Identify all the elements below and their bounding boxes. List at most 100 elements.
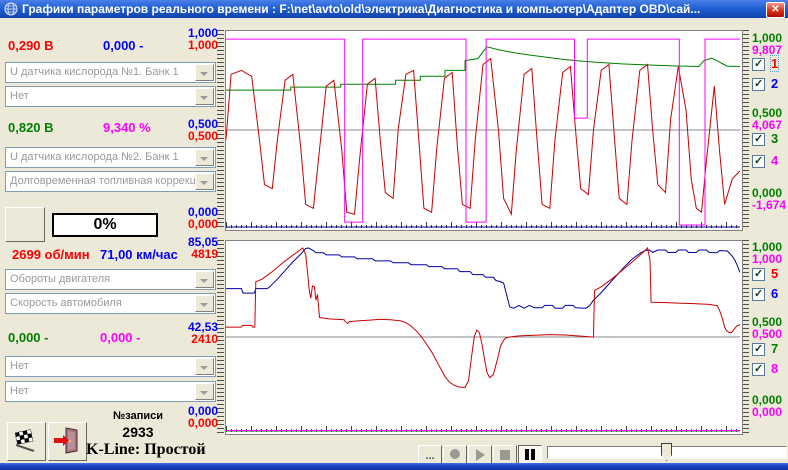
- chart2-left-ruler: [217, 240, 224, 433]
- channel-6-value: 71,00 км/час: [100, 247, 178, 262]
- checkbox-box[interactable]: ✓: [752, 288, 765, 301]
- channel-3-selector[interactable]: U датчика кислорода №2. Банк 1: [5, 147, 216, 168]
- chevron-down-icon: [200, 303, 208, 307]
- check-icon: ✓: [754, 77, 763, 90]
- checkbox-box[interactable]: ✓: [752, 78, 765, 91]
- channel-7-value: 0,000 -: [8, 330, 48, 345]
- close-icon: ✕: [771, 4, 779, 15]
- chevron-down-icon: [200, 157, 208, 161]
- exit-door-icon: [53, 426, 81, 454]
- checkbox-box[interactable]: ✓: [752, 155, 765, 168]
- channel-3-value: 0,820 В: [8, 120, 54, 135]
- chart1-left-ruler: [217, 30, 224, 229]
- chart1-left-label-5: 0,000: [180, 217, 218, 231]
- channel-5-value: 2699 об/мин: [12, 247, 90, 262]
- channel-7-selector[interactable]: Нет: [5, 356, 216, 377]
- chart2-right-label-1: 1,000: [752, 252, 788, 266]
- channel-1-value: 0,290 В: [8, 38, 54, 53]
- record-button[interactable]: [443, 445, 467, 464]
- chevron-down-icon: [200, 366, 208, 370]
- chart2-right-label-3: 0,500: [752, 327, 788, 341]
- channel-1-selector[interactable]: U датчика кислорода №1. Банк 1: [5, 62, 216, 83]
- channel-2-selector[interactable]: Нет: [5, 86, 216, 107]
- more-button[interactable]: ...: [418, 445, 442, 464]
- pause-icon: [531, 449, 535, 460]
- channel-2-selector-dropdown-button[interactable]: [195, 88, 214, 105]
- channel-5-selector[interactable]: Обороты двигателя: [5, 269, 216, 290]
- chevron-down-icon: [200, 96, 208, 100]
- trace-U датчика кислорода №1. Банк 1 (канал 1): [226, 59, 740, 215]
- channel-8-selector-dropdown-button[interactable]: [195, 383, 214, 400]
- checkered-flag-icon: [12, 427, 39, 454]
- check-icon: ✓: [754, 287, 763, 300]
- checkbox-box[interactable]: ✓: [752, 133, 765, 146]
- chart2-right-label-5: 0,000: [752, 405, 788, 419]
- chart2-plot: [225, 240, 743, 435]
- check-icon: ✓: [754, 267, 763, 280]
- application-window: Графики параметров реального времени : F…: [0, 0, 788, 470]
- stop-icon: [500, 450, 510, 460]
- blank-square-button[interactable]: [5, 207, 45, 242]
- channel-6-selector-dropdown-button[interactable]: [195, 295, 214, 312]
- channel-7-selector-dropdown-button[interactable]: [195, 358, 214, 375]
- chart1-left-label-1: 1,000: [180, 38, 218, 52]
- channel-7-selector-text: Нет: [10, 360, 195, 372]
- channel-5-selector-text: Обороты двигателя: [10, 273, 195, 285]
- check-icon: ✓: [754, 57, 763, 70]
- chart2-left-label-5: 0,000: [180, 416, 218, 430]
- finish-flag-button[interactable]: [7, 422, 46, 461]
- chevron-down-icon: [200, 279, 208, 283]
- close-button[interactable]: ✕: [766, 2, 785, 18]
- chevron-down-icon: [200, 391, 208, 395]
- channel-5-selector-dropdown-button[interactable]: [195, 271, 214, 288]
- chart2-left-label-1: 4819: [180, 247, 218, 261]
- channel-6-selector-text: Скорость автомобиля: [10, 297, 195, 309]
- checkbox-box[interactable]: ✓: [752, 343, 765, 356]
- exit-button[interactable]: [48, 422, 87, 461]
- channel-5-checkbox-label: 5: [771, 266, 778, 281]
- channel-1-selector-dropdown-button[interactable]: [195, 64, 214, 81]
- channel-4-selector[interactable]: Долговременная топливная коррекция: [5, 171, 216, 192]
- channel-7-checkbox-label: 7: [771, 341, 778, 356]
- checkbox-box[interactable]: ✓: [752, 363, 765, 376]
- channel-4-value: 9,340 %: [103, 120, 151, 135]
- play-button[interactable]: [468, 445, 492, 464]
- channel-3-selector-text: U датчика кислорода №2. Банк 1: [10, 151, 195, 163]
- chart1-right-label-5: -1,674: [752, 198, 788, 212]
- trace-Обороты двигателя (канал 5): [226, 248, 740, 388]
- check-icon: ✓: [754, 342, 763, 355]
- channel-2-selector-text: Нет: [10, 90, 195, 102]
- checkbox-box[interactable]: ✓: [752, 268, 765, 281]
- chart1-right-ruler: [742, 30, 749, 229]
- chart1-plot: [225, 30, 743, 231]
- check-icon: ✓: [754, 154, 763, 167]
- channel-8-selector[interactable]: Нет: [5, 381, 216, 402]
- channel-1-selector-text: U датчика кислорода №1. Банк 1: [10, 66, 195, 78]
- channel-8-selector-text: Нет: [10, 385, 195, 397]
- trace-Скорость автомобиля (канал 6): [226, 248, 740, 308]
- pause-button[interactable]: [518, 445, 542, 464]
- channel-8-checkbox-label: 8: [771, 361, 778, 376]
- stop-button[interactable]: [493, 445, 517, 464]
- record-number: 2933: [98, 424, 178, 440]
- channel-6-selector[interactable]: Скорость автомобиля: [5, 293, 216, 314]
- channel-4-selector-dropdown-button[interactable]: [195, 173, 214, 190]
- channel-4-selector-text: Долговременная топливная коррекция: [10, 175, 195, 187]
- chart2-left-label-3: 2410: [180, 332, 218, 346]
- check-icon: ✓: [754, 132, 763, 145]
- channel-6-checkbox-label: 6: [771, 286, 778, 301]
- checkbox-box[interactable]: ✓: [752, 58, 765, 71]
- channel-2-value: 0,000 -: [103, 38, 143, 53]
- check-icon: ✓: [754, 362, 763, 375]
- channel-3-selector-dropdown-button[interactable]: [195, 149, 214, 166]
- window-titlebar[interactable]: Графики параметров реального времени : F…: [0, 0, 788, 18]
- channel-2-checkbox-label: 2: [771, 76, 778, 91]
- channel-3-checkbox-label: 3: [771, 131, 778, 146]
- chevron-down-icon: [200, 72, 208, 76]
- ellipsis-label: ...: [425, 450, 434, 462]
- chart2-right-ruler: [742, 240, 749, 433]
- channel-8-value: 0,000 -: [100, 330, 140, 345]
- play-icon: [476, 449, 485, 461]
- record-icon: [450, 449, 460, 459]
- record-label: №записи: [98, 410, 178, 422]
